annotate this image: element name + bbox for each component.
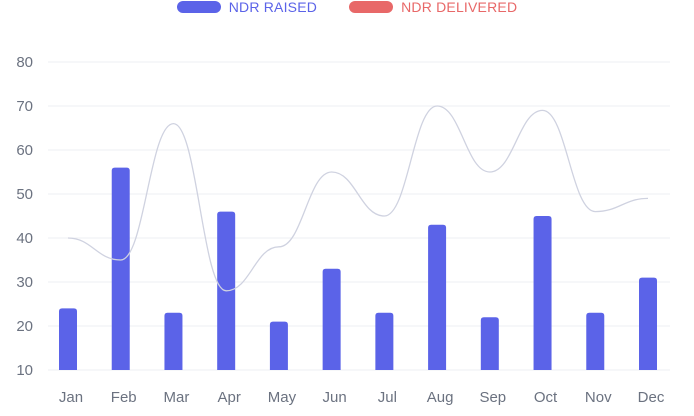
bar-series-ndr-raised [59,167,657,370]
y-tick-label: 60 [16,142,33,159]
chart-container: NDR RAISED NDR DELIVERED 10 20 30 40 50 60 70 8… [0,0,694,416]
bar-jan[interactable] [59,308,77,370]
bar-dec[interactable] [639,277,657,370]
bar-nov[interactable] [586,312,605,370]
bar-feb[interactable] [111,167,130,370]
bar-aug[interactable] [428,224,447,370]
x-tick-label: Sep [479,389,506,406]
x-tick-label: Oct [534,389,558,406]
bar-may[interactable] [269,321,288,370]
x-tick-label: Feb [111,389,137,406]
bar-sep[interactable] [480,317,499,370]
line-series-ndr-delivered [67,105,649,292]
bar-oct[interactable] [533,216,552,370]
y-tick-label: 50 [16,186,33,203]
x-tick-label: Apr [218,389,241,406]
x-tick-label: May [268,389,297,406]
y-tick-label: 10 [16,362,33,379]
y-tick-label: 20 [16,318,33,335]
y-tick-label: 30 [16,274,33,291]
x-tick-label: Jul [378,389,397,406]
x-tick-label: Mar [164,389,190,406]
x-tick-label: Jun [323,389,347,406]
x-axis-ticks: Jan Feb Mar Apr May Jun Jul Aug Sep Oct Nov Dec [59,389,665,406]
chart-plot: 10 20 30 40 50 60 70 80 Jan Feb Mar Apr May Jun Jul Au… [16,54,670,406]
bar-jun[interactable] [322,268,341,370]
x-tick-label: Aug [427,389,454,406]
x-tick-label: Jan [59,389,83,406]
y-axis-ticks: 10 20 30 40 50 60 70 80 [16,54,33,379]
y-tick-label: 70 [16,98,33,115]
y-tick-label: 40 [16,230,33,247]
bar-mar[interactable] [164,312,183,370]
bar-jul[interactable] [375,312,394,370]
y-tick-label: 80 [16,54,33,71]
x-tick-label: Nov [585,389,612,406]
x-tick-label: Dec [638,389,665,406]
